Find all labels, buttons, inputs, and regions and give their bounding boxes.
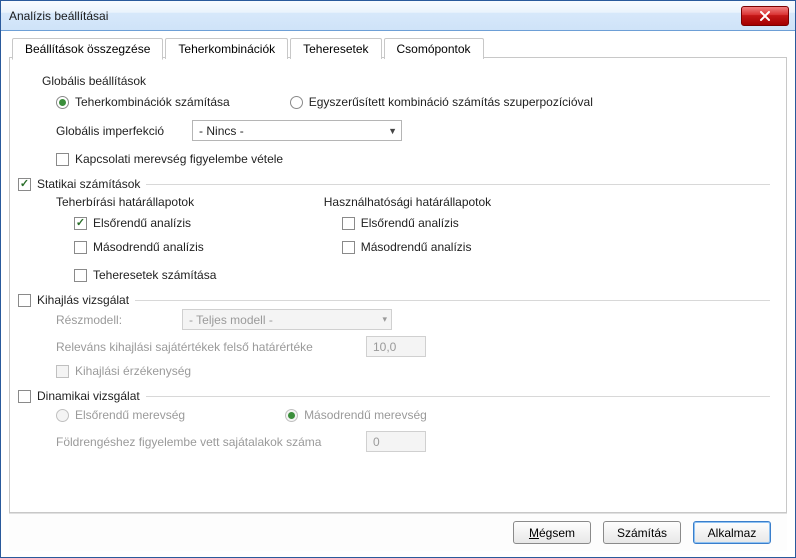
partmodel-value: - Teljes modell - [189,313,273,327]
check-uls-second[interactable]: Másodrendű analízis [74,240,204,254]
imperfection-select[interactable]: - Nincs - ▼ [192,120,402,141]
eigen-limit-label: Releváns kihajlási sajátértékek felső ha… [56,340,336,354]
radio-first-stiff: Elsőrendű merevség [56,408,185,422]
tab-summary[interactable]: Beállítások összegzése [12,38,163,60]
partmodel-label: Részmodell: [56,313,122,327]
radio-second-stiff: Másodrendű merevség [285,408,427,422]
uls-second-label: Másodrendű analízis [93,240,204,254]
checkbox-icon [74,241,87,254]
dialog-footer: Mégsem Számítás Alkalmaz [9,513,787,551]
chevron-down-icon: ▼ [388,126,397,136]
window-title: Analízis beállításai [9,9,108,23]
check-sls-second[interactable]: Másodrendű analízis [342,240,472,254]
checkbox-icon [342,241,355,254]
modes-value: 0 [373,435,380,449]
first-stiff-label: Elsőrendű merevség [75,408,185,422]
checkbox-icon [56,365,69,378]
radio-calc-combos-label: Teherkombinációk számítása [75,95,230,109]
dynamic-title: Dinamikai vizsgálat [37,389,140,403]
radio-dot-icon [285,409,298,422]
buckling-title: Kihajlás vizsgálat [37,293,129,307]
radio-simplified[interactable]: Egyszerűsített kombináció számítás szupe… [290,95,593,109]
tabs-row: Beállítások összegzése Teherkombinációk … [12,38,484,59]
check-dynamic[interactable]: Dinamikai vizsgálat [18,389,140,403]
buckling-sensitivity-label: Kihajlási érzékenység [75,364,191,378]
uls-first-label: Elsőrendű analízis [93,216,191,230]
group-global-title: Globális beállítások [42,74,770,88]
divider [146,184,770,185]
tab-panel: Beállítások összegzése Teherkombinációk … [9,57,787,513]
tab-loadcases[interactable]: Teheresetek [290,38,381,59]
check-sls-first[interactable]: Elsőrendű analízis [342,216,459,230]
radio-calc-combos[interactable]: Teherkombinációk számítása [56,95,230,109]
sls-second-label: Másodrendű analízis [361,240,472,254]
radio-dot-icon [290,96,303,109]
close-button[interactable] [741,6,789,26]
eigen-limit-input: 10,0 [366,336,426,357]
tab-content: Globális beállítások Teherkombinációk sz… [10,58,786,462]
check-uls-first[interactable]: Elsőrendű analízis [74,216,191,230]
chevron-down-icon: ▾ [383,314,388,325]
dialog-window: Analízis beállításai Beállítások összegz… [0,0,796,558]
checkbox-icon [74,269,87,282]
tab-nodes[interactable]: Csomópontok [384,38,484,59]
sls-first-label: Elsőrendű analízis [361,216,459,230]
joint-stiffness-label: Kapcsolati merevség figyelembe vétele [75,152,283,166]
checkbox-icon [342,217,355,230]
cancel-button[interactable]: Mégsem [513,521,591,544]
checkbox-icon [56,153,69,166]
cancel-label-rest: égsem [539,526,575,540]
dialog-body: Beállítások összegzése Teherkombinációk … [1,31,795,557]
check-buckling-sensitivity: Kihajlási érzékenység [56,364,191,378]
eigen-limit-value: 10,0 [373,340,396,354]
checkbox-icon [18,390,31,403]
check-buckling[interactable]: Kihajlás vizsgálat [18,293,129,307]
check-static[interactable]: Statikai számítások [18,177,140,191]
calculate-button[interactable]: Számítás [603,521,681,544]
calc-loadcases-label: Teheresetek számítása [93,268,216,282]
close-icon [759,11,771,21]
divider [146,396,770,397]
tab-combinations[interactable]: Teherkombinációk [165,38,288,59]
uls-title: Teherbírási határállapotok [56,195,204,209]
radio-simplified-label: Egyszerűsített kombináció számítás szupe… [309,95,593,109]
second-stiff-label: Másodrendű merevség [304,408,427,422]
divider [135,300,770,301]
modes-label: Földrengéshez figyelembe vett sajátalako… [56,435,336,449]
check-calc-loadcases[interactable]: Teheresetek számítása [74,268,216,282]
apply-label: Alkalmaz [708,526,757,540]
apply-button[interactable]: Alkalmaz [693,521,771,544]
checkbox-icon [18,178,31,191]
radio-dot-icon [56,409,69,422]
titlebar: Analízis beállításai [1,1,795,31]
imperfection-value: - Nincs - [199,124,244,138]
radio-dot-icon [56,96,69,109]
calc-label: Számítás [617,526,667,540]
sls-title: Használhatósági határállapotok [324,195,491,209]
checkbox-icon [74,217,87,230]
imperfection-label: Globális imperfekció [56,124,164,138]
check-joint-stiffness[interactable]: Kapcsolati merevség figyelembe vétele [56,152,283,166]
static-title: Statikai számítások [37,177,140,191]
partmodel-select: - Teljes modell - ▾ [182,309,392,330]
checkbox-icon [18,294,31,307]
modes-input: 0 [366,431,426,452]
